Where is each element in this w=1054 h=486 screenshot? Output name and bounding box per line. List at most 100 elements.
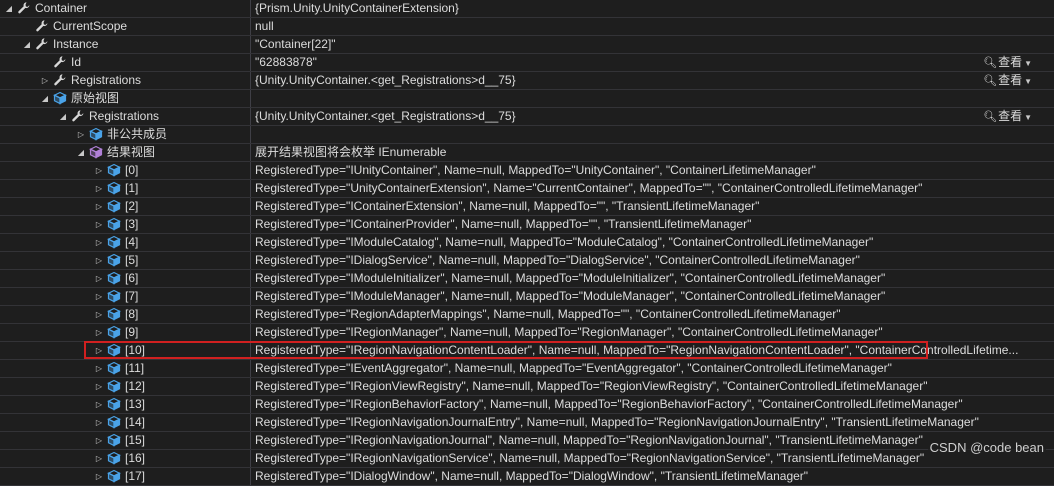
dropdown-caret-icon[interactable]: ▼ xyxy=(1024,77,1032,86)
watch-row[interactable]: ▷ 非公共成员 xyxy=(0,126,1054,144)
expand-arrow-icon[interactable]: ▷ xyxy=(94,450,104,467)
magnifier-icon: 🔍︎ xyxy=(983,75,998,87)
expand-arrow-icon[interactable]: ▷ xyxy=(94,342,104,359)
collapse-arrow-icon[interactable]: ◢ xyxy=(22,36,32,53)
value-cell xyxy=(251,126,1054,143)
value-cell: "Container[22]" xyxy=(255,37,336,51)
view-button[interactable]: 🔍︎查看 ▼ xyxy=(983,72,1032,90)
watch-row[interactable]: ◢ Registrations {Unity.UnityContainer.<get… xyxy=(0,108,1054,126)
expand-arrow-icon[interactable]: ▷ xyxy=(94,324,104,341)
cube-blue-icon xyxy=(107,415,121,429)
expand-arrow-icon[interactable]: ▷ xyxy=(94,270,104,287)
dropdown-caret-icon[interactable]: ▼ xyxy=(1024,59,1032,68)
cube-blue-icon xyxy=(107,181,121,195)
name-cell: ◢ 结果视图 xyxy=(0,144,251,161)
row-label: 非公共成员 xyxy=(107,127,168,141)
watch-row[interactable]: ▷ [15] RegisteredType="IRegionNavigationJo… xyxy=(0,432,1054,450)
watch-row[interactable]: CurrentScope null xyxy=(0,18,1054,36)
row-label: [17] xyxy=(125,469,146,483)
value-cell: RegisteredType="IContainerProvider", Nam… xyxy=(255,217,752,231)
expand-arrow-icon[interactable]: ▷ xyxy=(76,126,86,143)
expand-arrow-icon[interactable]: ▷ xyxy=(94,378,104,395)
expand-arrow-icon[interactable]: ▷ xyxy=(94,396,104,413)
watch-row[interactable]: ▷ [16] RegisteredType="IRegionNavigationSe… xyxy=(0,450,1054,468)
row-label: [7] xyxy=(125,289,139,303)
watch-row[interactable]: ◢ 原始视图 xyxy=(0,90,1054,108)
watch-row[interactable]: ▷ [0] RegisteredType="IUnityContainer", Na… xyxy=(0,162,1054,180)
row-label: [1] xyxy=(125,181,139,195)
view-button-label: 查看 xyxy=(998,55,1023,69)
watch-row[interactable]: ▷ Registrations {Unity.UnityContainer.<get… xyxy=(0,72,1054,90)
expand-arrow-icon[interactable]: ▷ xyxy=(94,306,104,323)
name-cell: ▷ [16] xyxy=(0,450,251,467)
watch-row[interactable]: ▷ [6] RegisteredType="IModuleInitializer",… xyxy=(0,270,1054,288)
cube-blue-icon xyxy=(107,235,121,249)
cube-blue-icon xyxy=(107,163,121,177)
name-cell: ▷ [3] xyxy=(0,216,251,233)
watch-row[interactable]: ▷ [10] RegisteredType="IRegionNavigationCo… xyxy=(0,342,1054,360)
watch-row[interactable]: ▷ [5] RegisteredType="IDialogService", Nam… xyxy=(0,252,1054,270)
expand-arrow-icon[interactable]: ▷ xyxy=(94,162,104,179)
cube-blue-icon xyxy=(107,253,121,267)
dropdown-caret-icon[interactable]: ▼ xyxy=(1024,113,1032,122)
name-cell: ▷ 非公共成员 xyxy=(0,126,251,143)
view-button[interactable]: 🔍︎查看 ▼ xyxy=(983,108,1032,126)
collapse-arrow-icon[interactable]: ◢ xyxy=(58,108,68,125)
watch-row[interactable]: ▷ [2] RegisteredType="IContainerExtension"… xyxy=(0,198,1054,216)
expand-arrow-icon[interactable]: ▷ xyxy=(94,468,104,485)
expand-arrow-icon[interactable]: ▷ xyxy=(94,252,104,269)
name-cell: ▷ [4] xyxy=(0,234,251,251)
expand-arrow-icon[interactable]: ▷ xyxy=(40,72,50,89)
expand-arrow-icon[interactable]: ▷ xyxy=(94,198,104,215)
watch-row[interactable]: ▷ [17] RegisteredType="IDialogWindow", Nam… xyxy=(0,468,1054,486)
watch-row[interactable]: ▷ [3] RegisteredType="IContainerProvider",… xyxy=(0,216,1054,234)
expand-arrow-icon[interactable]: ▷ xyxy=(94,216,104,233)
watch-row[interactable]: ◢ Container {Prism.Unity.UnityContainerExt… xyxy=(0,0,1054,18)
watch-row[interactable]: ▷ [9] RegisteredType="IRegionManager", Nam… xyxy=(0,324,1054,342)
watch-row[interactable]: ▷ [4] RegisteredType="IModuleCatalog", Nam… xyxy=(0,234,1054,252)
watch-row[interactable]: ◢ Instance "Container[22]" xyxy=(0,36,1054,54)
row-label: [16] xyxy=(125,451,146,465)
magnifier-icon: 🔍︎ xyxy=(983,111,998,123)
wrench-icon xyxy=(53,73,67,87)
cube-blue-icon xyxy=(107,379,121,393)
collapse-arrow-icon[interactable]: ◢ xyxy=(40,90,50,107)
value-cell: {Prism.Unity.UnityContainerExtension} xyxy=(255,1,459,15)
collapse-arrow-icon[interactable]: ◢ xyxy=(76,144,86,161)
value-cell: {Unity.UnityContainer.<get_Registrations… xyxy=(255,109,516,123)
watch-row[interactable]: ◢ 结果视图 展开结果视图将会枚举 IEnumerable xyxy=(0,144,1054,162)
row-label: CurrentScope xyxy=(53,19,128,33)
collapse-arrow-icon[interactable]: ◢ xyxy=(4,0,14,17)
row-label: 原始视图 xyxy=(71,91,120,105)
name-cell: ▷ [6] xyxy=(0,270,251,287)
row-label: [0] xyxy=(125,163,139,177)
value-cell: RegisteredType="IDialogService", Name=nu… xyxy=(255,253,860,267)
watch-row[interactable]: Id "62883878" 🔍︎查看 ▼ xyxy=(0,54,1054,72)
cube-blue-icon xyxy=(107,361,121,375)
name-cell: ▷ [14] xyxy=(0,414,251,431)
expand-arrow-icon[interactable]: ▷ xyxy=(94,414,104,431)
name-cell: ◢ Registrations xyxy=(0,108,251,125)
row-label: [8] xyxy=(125,307,139,321)
expand-arrow-icon[interactable]: ▷ xyxy=(94,180,104,197)
cube-blue-icon xyxy=(107,469,121,483)
watch-row[interactable]: ▷ [13] RegisteredType="IRegionBehaviorFact… xyxy=(0,396,1054,414)
row-label: [11] xyxy=(125,361,145,375)
name-cell: Id xyxy=(0,54,251,71)
row-label: [9] xyxy=(125,325,139,339)
row-label: Id xyxy=(71,55,82,69)
watch-row[interactable]: ▷ [8] RegisteredType="RegionAdapterMapping… xyxy=(0,306,1054,324)
expand-arrow-icon[interactable]: ▷ xyxy=(94,234,104,251)
watch-row[interactable]: ▷ [1] RegisteredType="UnityContainerExtens… xyxy=(0,180,1054,198)
name-cell: ▷ [2] xyxy=(0,198,251,215)
expand-arrow-icon[interactable]: ▷ xyxy=(94,360,104,377)
watch-row[interactable]: ▷ [12] RegisteredType="IRegionViewRegistry… xyxy=(0,378,1054,396)
watch-row[interactable]: ▷ [14] RegisteredType="IRegionNavigationJo… xyxy=(0,414,1054,432)
expand-arrow-icon[interactable]: ▷ xyxy=(94,288,104,305)
view-button[interactable]: 🔍︎查看 ▼ xyxy=(983,54,1032,72)
row-label: [5] xyxy=(125,253,139,267)
value-cell: RegisteredType="RegionAdapterMappings", … xyxy=(255,307,841,321)
watch-row[interactable]: ▷ [11] RegisteredType="IEventAggregator", … xyxy=(0,360,1054,378)
watch-row[interactable]: ▷ [7] RegisteredType="IModuleManager", Nam… xyxy=(0,288,1054,306)
expand-arrow-icon[interactable]: ▷ xyxy=(94,432,104,449)
